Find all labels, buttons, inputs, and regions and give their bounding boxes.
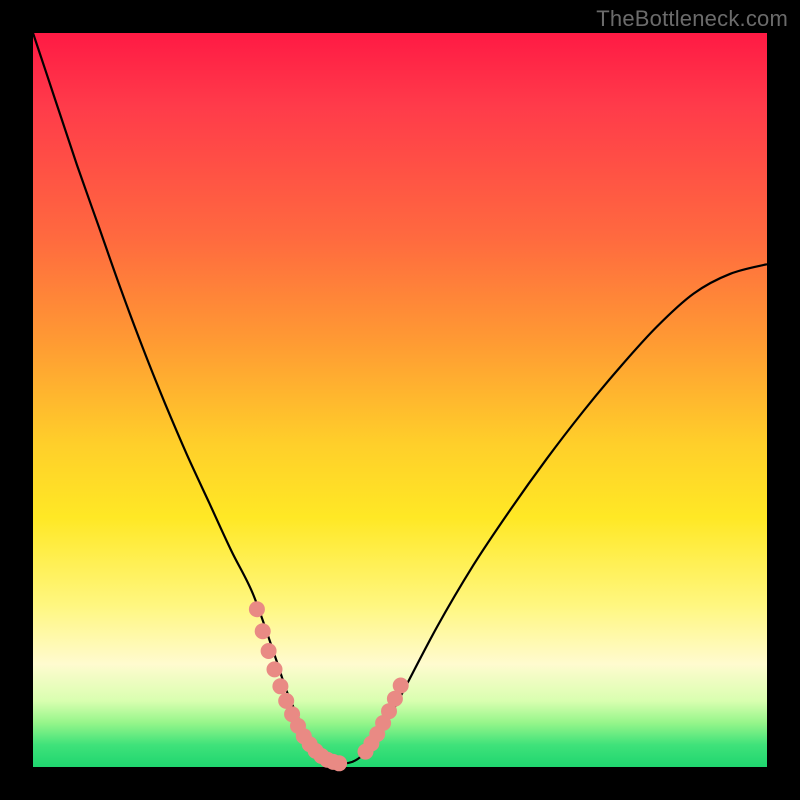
highlight-dot [249, 601, 265, 617]
curve-svg [33, 33, 767, 767]
highlight-dot [255, 623, 271, 639]
plot-area [33, 33, 767, 767]
highlight-dot [267, 661, 283, 677]
highlight-dot [393, 678, 409, 694]
bottleneck-curve-path [33, 33, 767, 763]
highlight-dot [261, 643, 277, 659]
highlight-dot [272, 678, 288, 694]
watermark-text: TheBottleneck.com [596, 6, 788, 32]
left-highlight-group [249, 601, 347, 771]
chart-frame: TheBottleneck.com [0, 0, 800, 800]
right-highlight-group [358, 678, 409, 760]
highlight-dot [331, 755, 347, 771]
